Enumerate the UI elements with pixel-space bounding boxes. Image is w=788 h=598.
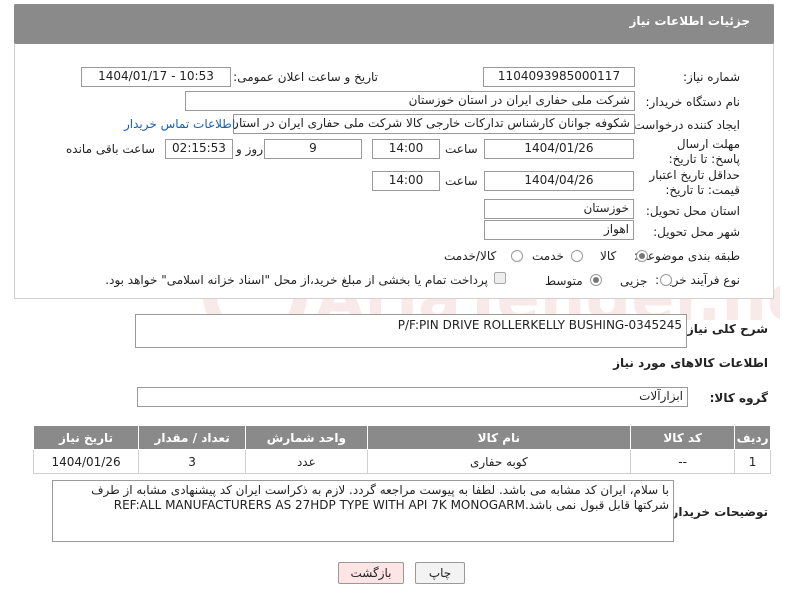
treasury-payment-text: پرداخت تمام یا بخشی از مبلغ خرید،از محل … — [105, 273, 488, 287]
requester-field[interactable]: شکوفه جوانان کارشناس تدارکات خارجی کالا … — [233, 114, 635, 134]
page-title: جزئیات اطلاعات نیاز — [629, 14, 750, 28]
requester-label: ایجاد کننده درخواست: — [629, 118, 740, 132]
treasury-payment-checkbox[interactable] — [494, 272, 506, 284]
need-number-field[interactable]: 1104093985000117 — [483, 67, 635, 87]
price-validity-label: حداقل تاریخ اعتبار قیمت: تا تاریخ: — [649, 168, 740, 197]
col-unit: واحد شمارش — [245, 425, 368, 450]
items-info-title: اطلاعات کالاهای مورد نیاز — [613, 356, 768, 370]
col-row: ردیف — [734, 425, 771, 450]
description-field[interactable]: P/F:PIN DRIVE ROLLERKELLY BUSHING-034524… — [135, 314, 687, 348]
cell-row: 1 — [734, 449, 771, 474]
cell-code: -- — [630, 449, 736, 474]
back-button[interactable]: بازگشت — [338, 562, 404, 584]
cell-qty: 3 — [138, 449, 247, 474]
cell-unit: عدد — [245, 449, 368, 474]
category-goods-label: کالا — [600, 249, 617, 263]
deadline-time-label: ساعت — [445, 142, 478, 156]
announce-field[interactable]: 1404/01/17 - 10:53 — [81, 67, 231, 87]
remaining-label: ساعت باقی مانده — [66, 142, 156, 156]
cell-name: کوبه حفاری — [366, 449, 632, 474]
items-table: ردیف کد کالا نام کالا واحد شمارش تعداد /… — [32, 425, 771, 474]
deadline-time-field[interactable]: 14:00 — [372, 139, 440, 159]
print-button[interactable]: چاپ — [415, 562, 465, 584]
buyer-notes-field[interactable]: با سلام، ایران کد مشابه می باشد. لطفا به… — [52, 480, 674, 542]
need-number-label: شماره نیاز: — [683, 70, 740, 84]
province-field[interactable]: خوزستان — [484, 199, 634, 219]
goods-group-field[interactable]: ابزارآلات — [137, 387, 688, 407]
goods-group-label: گروه کالا: — [709, 391, 768, 405]
table-row[interactable]: 1 -- کوبه حفاری عدد 3 1404/01/26 — [32, 449, 771, 474]
price-validity-time-label: ساعت — [445, 174, 478, 188]
process-minor-radio[interactable] — [660, 274, 672, 286]
category-label: طبقه بندی موضوعی: — [633, 249, 740, 263]
category-goods-radio[interactable] — [636, 250, 648, 262]
col-qty: تعداد / مقدار — [138, 425, 247, 450]
remaining-time-field[interactable]: 02:15:53 — [165, 139, 233, 159]
category-both-radio[interactable] — [511, 250, 523, 262]
deadline-label: مهلت ارسال پاسخ: تا تاریخ: — [668, 137, 740, 166]
cell-date: 1404/01/26 — [32, 449, 140, 474]
process-medium-label: متوسط — [545, 274, 583, 288]
col-code: کد کالا — [630, 425, 736, 450]
deadline-date-field[interactable]: 1404/01/26 — [484, 139, 634, 159]
buyer-notes-label: توضیحات خریدار: — [666, 505, 768, 519]
items-table-header: ردیف کد کالا نام کالا واحد شمارش تعداد /… — [32, 425, 771, 450]
city-label: شهر محل تحویل: — [653, 225, 740, 239]
price-validity-date-field[interactable]: 1404/04/26 — [484, 171, 634, 191]
buyer-contact-link[interactable]: اطلاعات تماس خریدار — [124, 117, 235, 131]
buyer-notes-line1: با سلام، ایران کد مشابه می باشد. لطفا به… — [91, 483, 669, 497]
category-service-label: خدمت — [532, 249, 564, 263]
buyer-org-label: نام دستگاه خریدار: — [645, 95, 741, 109]
process-minor-label: جزیی — [620, 274, 648, 288]
province-label: استان محل تحویل: — [645, 204, 740, 218]
city-field[interactable]: اهواز — [484, 220, 634, 240]
announce-label: تاریخ و ساعت اعلان عمومی: — [233, 70, 378, 84]
col-date: تاریخ نیاز — [32, 425, 140, 450]
buyer-org-field[interactable]: شرکت ملی حفاری ایران در استان خوزستان — [185, 91, 635, 111]
category-both-label: کالا/خدمت — [444, 249, 497, 263]
price-validity-time-field[interactable]: 14:00 — [372, 171, 440, 191]
buyer-notes-line2: شرکتها قابل قبول نمی باشد.REF:ALL MANUFA… — [113, 498, 669, 512]
category-service-radio[interactable] — [571, 250, 583, 262]
description-label: شرح کلی نیاز: — [682, 322, 768, 336]
col-name: نام کالا — [366, 425, 632, 450]
process-medium-radio[interactable] — [590, 274, 602, 286]
days-field[interactable]: 9 — [264, 139, 362, 159]
days-label: روز و — [236, 142, 263, 156]
